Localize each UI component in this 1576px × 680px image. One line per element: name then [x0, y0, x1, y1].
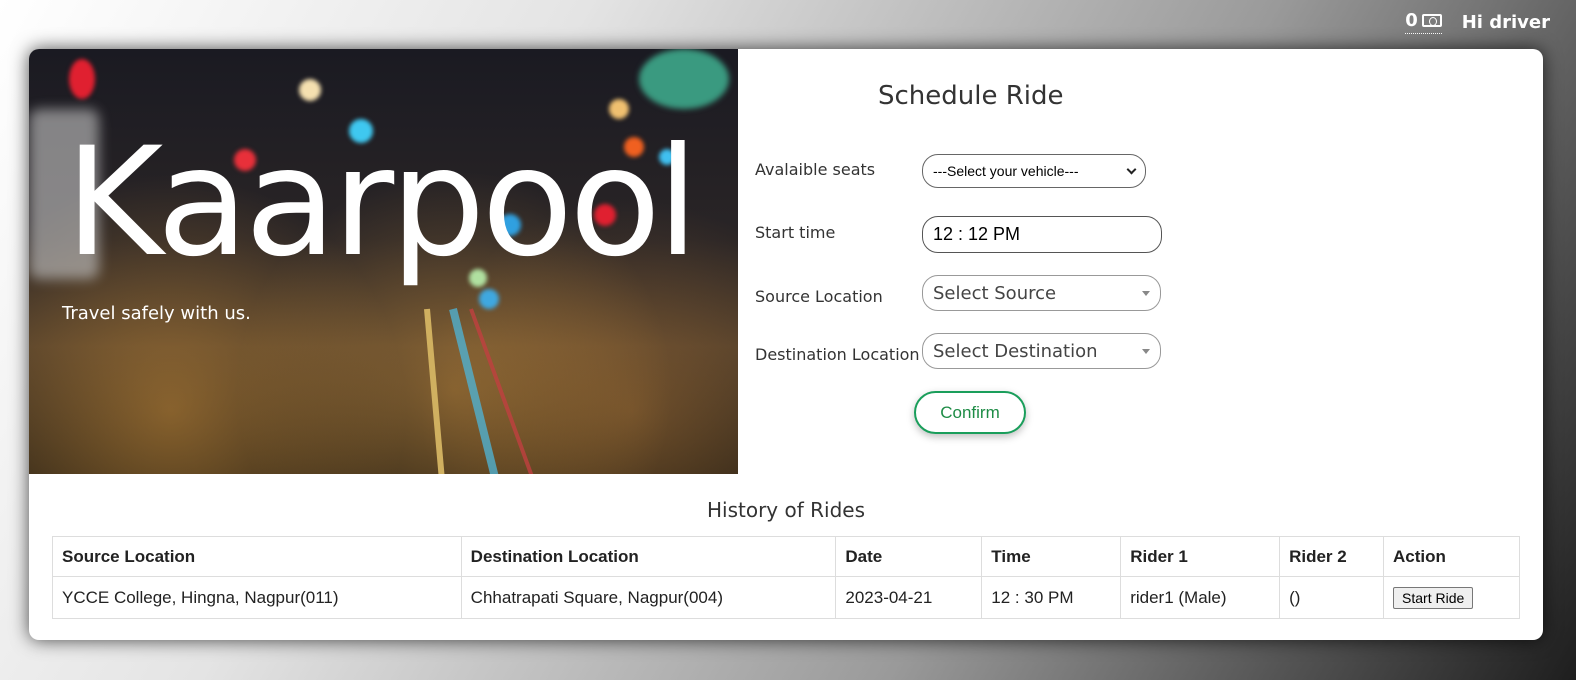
vehicle-select-value: ---Select your vehicle--- — [933, 163, 1079, 179]
wallet-amount: 0 — [1405, 10, 1418, 31]
hero-banner: Kaarpool Travel safely with us. — [29, 49, 738, 474]
column-header: Action — [1383, 536, 1520, 577]
cell-action: Start Ride — [1383, 576, 1520, 619]
top-bar: 0 Hi driver — [1405, 10, 1550, 34]
money-icon — [1421, 14, 1442, 27]
dropdown-arrow-icon — [1142, 290, 1150, 296]
start-ride-button[interactable]: Start Ride — [1393, 586, 1474, 609]
dropdown-arrow-icon — [1142, 348, 1150, 354]
road-reflection — [424, 308, 448, 474]
source-select-value: Select Source — [933, 282, 1057, 304]
user-greeting[interactable]: Hi driver — [1462, 12, 1550, 33]
column-header: Date — [835, 536, 983, 577]
bokeh-light — [69, 59, 95, 99]
main-card: Kaarpool Travel safely with us. Schedule… — [29, 49, 1543, 640]
form-title: Schedule Ride — [878, 81, 1064, 111]
table-header-row: Source Location Destination Location Dat… — [52, 536, 1520, 577]
column-header: Source Location — [52, 536, 462, 577]
column-header: Rider 1 — [1120, 536, 1281, 577]
column-header: Time — [981, 536, 1122, 577]
history-title: History of Rides — [706, 498, 866, 522]
schedule-ride-form: Schedule Ride Avalaible seats ---Select … — [738, 49, 1543, 474]
cell-destination: Chhatrapati Square, Nagpur(004) — [460, 576, 837, 619]
bokeh-sign — [639, 49, 729, 109]
cell-rider1: rider1 (Male) — [1120, 576, 1281, 619]
chevron-down-icon — [1126, 164, 1137, 174]
table-row: YCCE College, Hingna, Nagpur(011) Chhatr… — [52, 576, 1520, 619]
seats-label: Avalaible seats — [755, 160, 876, 179]
road-reflection — [469, 308, 542, 474]
vehicle-select[interactable]: ---Select your vehicle--- — [922, 154, 1146, 188]
source-label: Source Location — [755, 287, 883, 306]
column-header: Destination Location — [460, 536, 837, 577]
wallet-balance[interactable]: 0 — [1405, 10, 1442, 34]
cell-date: 2023-04-21 — [835, 576, 983, 619]
bokeh-light — [299, 79, 321, 101]
cell-source: YCCE College, Hingna, Nagpur(011) — [52, 576, 462, 619]
destination-select[interactable]: Select Destination — [922, 333, 1161, 369]
source-select[interactable]: Select Source — [922, 275, 1161, 311]
destination-select-value: Select Destination — [933, 340, 1098, 362]
bokeh-light — [479, 289, 499, 309]
column-header: Rider 2 — [1279, 536, 1385, 577]
start-time-value: 12 : 12 PM — [933, 224, 1021, 244]
destination-label: Destination Location — [755, 345, 920, 364]
cell-time: 12 : 30 PM — [981, 576, 1122, 619]
ride-history-table: Source Location Destination Location Dat… — [52, 536, 1520, 619]
confirm-button[interactable]: Confirm — [914, 391, 1026, 434]
start-time-input[interactable]: 12 : 12 PM — [922, 216, 1162, 253]
brand-title: Kaarpool — [65, 116, 699, 290]
start-time-label: Start time — [755, 223, 836, 242]
cell-rider2: () — [1279, 576, 1385, 619]
brand-tagline: Travel safely with us. — [62, 303, 251, 324]
